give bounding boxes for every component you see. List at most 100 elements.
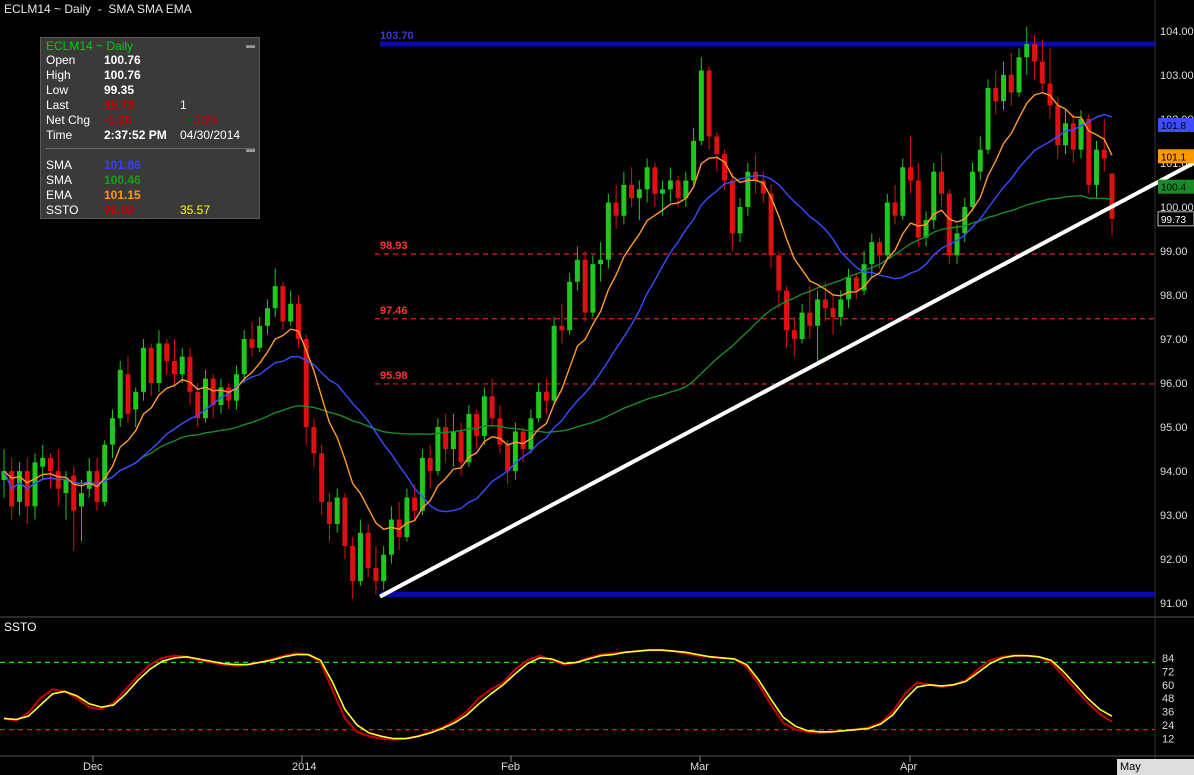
candle-body [381,554,387,582]
price-tick-label: 103.00 [1160,70,1194,82]
row-value-2: 04/30/2014 [180,128,241,142]
price-tick-label: 98.00 [1160,290,1188,302]
row-value-2: -1.33% [180,113,219,127]
x-label-month: Dec [83,761,103,773]
candle-body [536,391,542,419]
candle-body [412,497,418,511]
candle-body [264,308,270,326]
candle-body [970,171,976,207]
candle-body [1063,123,1069,146]
price-badge-label: 100.4 [1161,183,1186,194]
row-value: 100.46 [104,173,141,187]
candle-body [590,264,596,313]
candle-body [1001,74,1007,102]
candle-body [729,180,735,234]
candle-body [853,277,859,291]
row-value: 99.73 [104,98,135,112]
candle-body [915,180,921,238]
candle-body [660,189,666,194]
data-window[interactable]: ECLM14 ~ Daily ▬ Open 100.76 High 100.76 Low… [40,37,260,219]
candle-body [567,281,573,331]
ssto-panel-label: SSTO [4,620,37,634]
candle-body [900,167,906,216]
candle-body [63,479,69,494]
candle-body [559,325,565,331]
candle-body [272,286,278,309]
price-badge-label: 101.8 [1161,121,1186,132]
candle-body [838,299,844,317]
row-value: 26.92 [104,203,135,217]
candle-body [474,413,480,436]
ssto-k-line [3,648,1113,741]
candle-body [791,330,797,340]
x-label-month: Feb [501,761,520,773]
candle-body [675,180,681,199]
candle-body [16,471,22,502]
candle-body [869,242,875,265]
candle-body [133,391,139,410]
row-value-2: 1 [180,98,187,112]
candle-body [187,356,193,392]
x-label-month: Mar [690,761,709,773]
price-tick-label: 104.00 [1160,26,1194,38]
candle-body [1055,105,1061,146]
candle-body [164,343,170,362]
candle-body [1078,118,1084,150]
row-label: High [46,68,71,82]
candle-body [311,427,317,454]
price-badge-label: 99.73 [1161,215,1186,226]
row-label: Time [46,128,73,142]
ssto-tick-label: 72 [1162,666,1174,678]
data-window-grip-icon[interactable]: ▬ [246,40,255,50]
candle-body [86,471,92,489]
candle-body [636,189,642,199]
row-label: Net Chg [46,113,91,127]
chart-header-title: ECLM14 ~ Daily - SMA SMA EMA [4,2,192,16]
candle-body [877,242,883,256]
candle-body [71,475,77,511]
ssto-tick-label: 24 [1162,720,1174,732]
row-value: 99.35 [104,83,135,97]
candle-body [373,567,379,582]
candle-body [148,347,154,384]
price-tick-label: 93.00 [1160,510,1188,522]
data-window-separator [45,148,255,149]
candle-body [357,532,363,582]
candle-body [156,343,162,384]
candle-body [946,193,952,256]
row-value: 101.15 [104,188,141,202]
row-value: 100.76 [104,68,141,82]
candle-body [365,532,371,568]
candle-body [574,259,580,282]
candle-body [784,290,790,331]
candle-body [350,545,356,582]
candle-body [652,167,658,194]
candle-body [644,167,650,190]
row-label: Open [46,53,76,67]
row-value-2: 35.57 [180,203,211,217]
candle-body [822,299,828,309]
candle-body [1039,61,1045,84]
row-value: 100.76 [104,53,141,67]
candle-body [125,374,131,414]
row-value: 2:37:52 PM [104,128,167,142]
candle-body [698,70,704,141]
candle-body [776,255,782,291]
row-value: -1.35 [104,113,132,127]
price-tick-label: 92.00 [1160,554,1188,566]
trend-line [379,161,1194,599]
row-label: Last [46,98,69,112]
candle-body [892,202,898,216]
data-window-section-grip-icon[interactable]: ▬ [246,144,255,154]
x-label-current: May [1117,759,1194,775]
ssto-panel: 8472 6048 3624 12 [0,648,1194,762]
candle-body [1070,123,1076,150]
candle-body [326,501,332,524]
candle-body [543,391,549,401]
candle-body [884,202,890,256]
candle-body [443,427,449,450]
candle-body [1101,149,1107,159]
candle-body [78,493,84,507]
price-tick-label: 99.00 [1160,246,1188,258]
row-label: SSTO [46,203,79,217]
